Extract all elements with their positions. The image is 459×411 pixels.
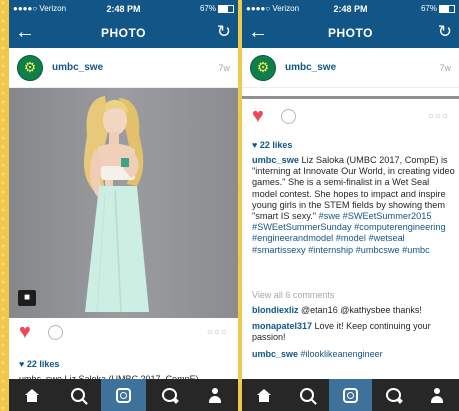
post-photo[interactable]: ■: [9, 88, 238, 318]
tab-camera[interactable]: [100, 379, 147, 411]
comment-icon[interactable]: [280, 108, 296, 124]
arrow-left-icon[interactable]: ←: [15, 21, 35, 43]
avatar[interactable]: ⚙: [250, 54, 276, 81]
avatar[interactable]: ⚙: [17, 54, 43, 81]
likes-count: ♥ 22 likes: [19, 359, 59, 369]
likes-label[interactable]: 22 likes: [27, 359, 60, 369]
status-bar: ●●●●○ Verizon 2:48 PM 67%: [9, 0, 238, 17]
tab-bar: [9, 379, 238, 411]
refresh-icon[interactable]: ↻: [217, 21, 231, 43]
post-actions: ♥ ○○○: [9, 318, 238, 346]
page-title: PHOTO: [101, 25, 146, 40]
post-age: 7w: [218, 62, 230, 73]
comment-text: @etan16 @kathysbee thanks!: [301, 305, 422, 315]
home-icon: [256, 388, 271, 402]
tab-search[interactable]: [285, 379, 328, 411]
tab-home[interactable]: [242, 379, 285, 411]
user-tag-icon[interactable]: ■: [18, 290, 36, 306]
phone-screen-left: ●●●●○ Verizon 2:48 PM 67% ← PHOTO ↻ ⚙ um…: [9, 0, 238, 411]
search-icon: [300, 388, 315, 402]
caption-username[interactable]: umbc_swe: [252, 155, 299, 165]
status-right: 67%: [200, 4, 234, 13]
more-options-icon[interactable]: ○○○: [428, 111, 449, 122]
profile-icon: [208, 387, 222, 403]
post-actions: ♥ ○○○: [242, 102, 459, 130]
likes-count: ♥ 22 likes: [252, 140, 292, 150]
status-bar: ●●●●○ Verizon 2:48 PM 67%: [242, 0, 459, 17]
post-username[interactable]: umbc_swe: [52, 62, 218, 73]
more-options-icon[interactable]: ○○○: [207, 327, 228, 338]
post-age: 7w: [439, 62, 451, 73]
post-header: ⚙ umbc_swe 7w: [242, 48, 459, 88]
refresh-icon[interactable]: ↻: [438, 21, 452, 43]
page-title: PHOTO: [328, 25, 373, 40]
camera-icon: [343, 387, 359, 403]
battery-percent: 67%: [199, 4, 216, 13]
tab-profile[interactable]: [192, 379, 238, 411]
nav-bar: ← PHOTO ↻: [242, 17, 459, 48]
camera-icon: [115, 387, 131, 403]
home-icon: [24, 388, 39, 402]
model-figure: [84, 96, 149, 313]
tab-profile[interactable]: [416, 379, 459, 411]
post-username[interactable]: umbc_swe: [285, 62, 439, 73]
comment-username[interactable]: umbc_swe: [252, 349, 298, 359]
post-photo-edge: [242, 96, 459, 99]
heart-icon[interactable]: ♥: [252, 106, 264, 126]
nav-bar: ← PHOTO ↻: [9, 17, 238, 48]
status-right: 67%: [421, 4, 455, 13]
battery-percent: 67%: [420, 4, 437, 13]
view-all-comments[interactable]: View all 6 comments: [252, 290, 334, 300]
tab-home[interactable]: [9, 379, 55, 411]
comment-username[interactable]: monapatel317: [252, 321, 312, 331]
comment-text[interactable]: #ilooklikeanengineer: [301, 349, 383, 359]
tab-search[interactable]: [55, 379, 101, 411]
comment-username[interactable]: blondiexliz: [252, 305, 299, 315]
comment-icon[interactable]: [47, 324, 63, 340]
profile-icon: [430, 387, 444, 403]
comment-item: monapatel317 Love it! Keep continuing yo…: [252, 321, 455, 343]
activity-icon: [161, 388, 177, 402]
tab-camera[interactable]: [328, 379, 373, 411]
arrow-left-icon[interactable]: ←: [248, 21, 268, 43]
phone-screen-right: ●●●●○ Verizon 2:48 PM 67% ← PHOTO ↻ ⚙ um…: [242, 0, 459, 411]
battery-icon: [439, 4, 455, 13]
heart-small-icon: ♥: [19, 359, 25, 369]
tab-activity[interactable]: [146, 379, 192, 411]
tab-activity[interactable]: [372, 379, 415, 411]
post-caption: umbc_swe Liz Saloka (UMBC 2017, CompE) i…: [252, 155, 455, 256]
tab-bar: [242, 379, 459, 411]
post-header: ⚙ umbc_swe 7w: [9, 48, 238, 88]
activity-icon: [386, 388, 402, 402]
comment-item: blondiexliz @etan16 @kathysbee thanks!: [252, 305, 455, 316]
search-icon: [70, 388, 85, 402]
battery-icon: [218, 4, 234, 13]
likes-label[interactable]: 22 likes: [260, 140, 293, 150]
caption-partial: umbc_swe Liz Saloka (UMBC 2017, CompE): [19, 374, 199, 379]
heart-small-icon: ♥: [252, 140, 258, 150]
heart-icon[interactable]: ♥: [19, 322, 31, 342]
comment-item: umbc_swe #ilooklikeanengineer: [252, 349, 455, 360]
